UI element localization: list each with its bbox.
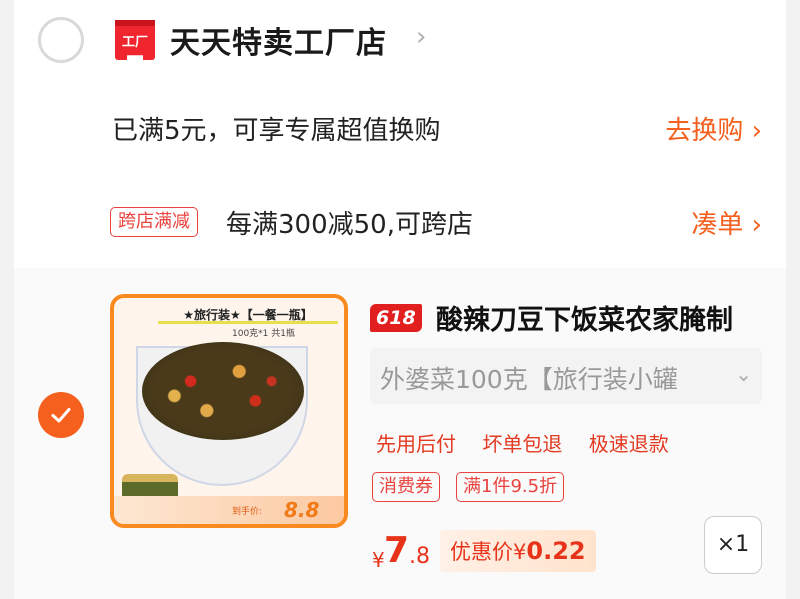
exchange-promo-text: 已满5元，可享专属超值换购: [112, 116, 441, 146]
item-select-checkbox[interactable]: [38, 392, 84, 438]
price-decimal: .8: [409, 544, 430, 569]
service-guarantees: 先用后付 坏单包退 极速退款: [376, 428, 689, 457]
voucher-tag: 消费券: [372, 472, 440, 502]
image-hand-price-label: 到手价:: [232, 507, 263, 517]
product-title[interactable]: 酸辣刀豆下饭菜农家腌制: [436, 298, 733, 337]
quantity-stepper[interactable]: ×1: [704, 516, 762, 574]
food-graphic: [142, 342, 304, 440]
service-damaged-refund: 坏单包退: [482, 432, 563, 456]
sku-text: 外婆菜100克【旅行装小罐: [380, 365, 678, 394]
sku-selector[interactable]: 外婆菜100克【旅行装小罐 ⌄: [370, 348, 762, 404]
cross-store-promo-row: 跨店满减 每满300减50,可跨店 凑单 ›: [14, 192, 786, 252]
store-logo-icon: 工厂: [115, 20, 155, 60]
coupon-price: 优惠价¥0.22: [440, 530, 596, 572]
store-name[interactable]: 天天特卖工厂店: [170, 18, 387, 62]
image-banner-text: ★旅行装★【一餐一瓶】: [158, 306, 338, 324]
image-sub-text: 100克*1 共1瓶: [232, 329, 295, 339]
store-select-checkbox[interactable]: [38, 17, 84, 63]
price-currency: ¥: [372, 548, 385, 572]
service-fast-refund: 极速退款: [588, 432, 669, 456]
chevron-down-icon: ⌄: [735, 362, 752, 386]
promo-618-badge: 618: [370, 304, 422, 332]
image-hand-price: 8.8: [284, 498, 320, 522]
price-integer: 7: [384, 530, 410, 571]
add-items-link[interactable]: 凑单 ›: [691, 204, 762, 241]
store-header: 工厂 天天特卖工厂店 ›: [14, 0, 786, 80]
coupon-price-label: 优惠价¥: [450, 540, 527, 564]
discount-tag: 满1件9.5折: [456, 472, 565, 502]
cross-store-discount-tag: 跨店满减: [110, 207, 198, 237]
chevron-right-icon[interactable]: ›: [416, 22, 426, 52]
product-image[interactable]: ★旅行装★【一餐一瓶】 100克*1 共1瓶 到手价: 8.8: [110, 294, 348, 528]
cross-store-discount-text: 每满300减50,可跨店: [226, 210, 473, 240]
cart-store-card: 工厂 天天特卖工厂店 › 已满5元，可享专属超值换购 去换购 › 跨店满减 每满…: [14, 0, 786, 599]
go-exchange-link[interactable]: 去换购 ›: [665, 110, 762, 147]
service-pay-later: 先用后付: [376, 432, 456, 456]
cart-item: ★旅行装★【一餐一瓶】 100克*1 共1瓶 到手价: 8.8 618 酸辣刀豆…: [14, 268, 786, 599]
coupon-price-value: 0.22: [526, 537, 586, 565]
checkmark-icon: [51, 408, 71, 423]
exchange-promo-row: 已满5元，可享专属超值换购 去换购 ›: [14, 98, 786, 158]
